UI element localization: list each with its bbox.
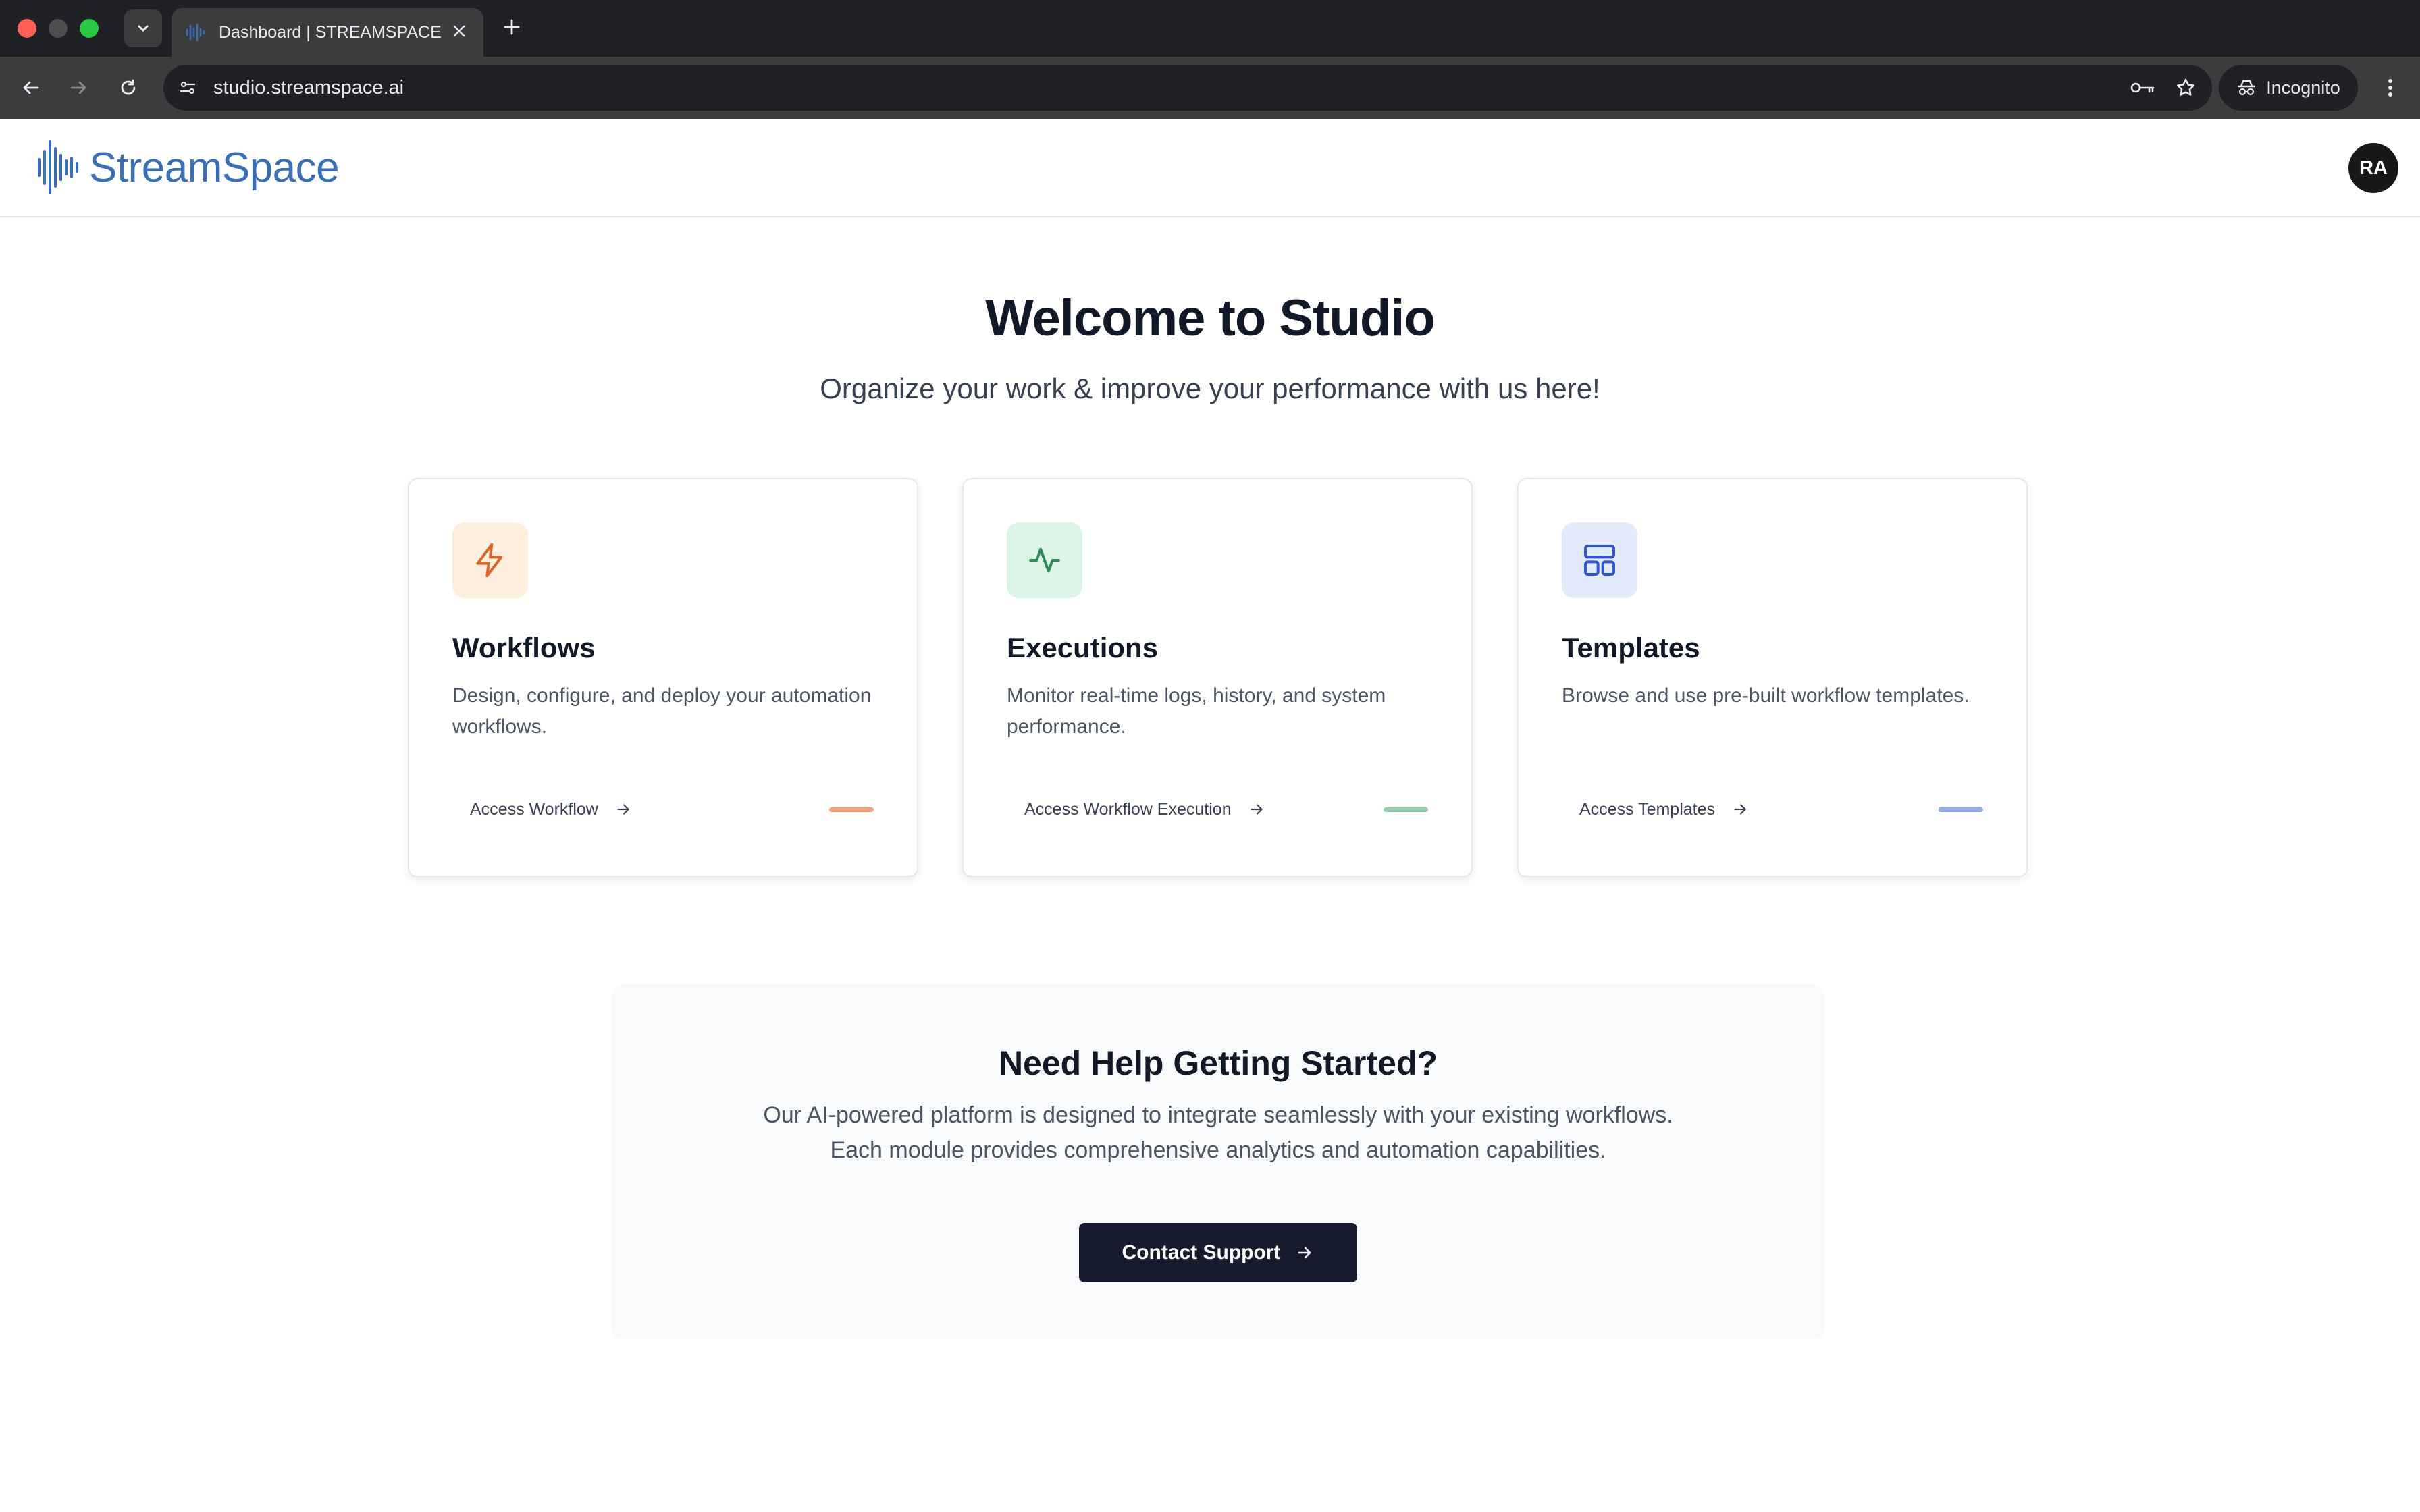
card-link-label: Access Workflow Execution [1024, 799, 1232, 819]
back-button[interactable] [15, 72, 47, 104]
maximize-window-button[interactable] [80, 19, 99, 38]
url-text[interactable]: studio.streamspace.ai [213, 77, 2126, 99]
help-panel: Need Help Getting Started? Our AI-powere… [612, 984, 1824, 1339]
contact-support-button[interactable]: Contact Support [1079, 1223, 1357, 1282]
card-title: Workflows [452, 632, 596, 664]
site-info-button[interactable] [172, 72, 204, 104]
card-link-label: Access Workflow [470, 799, 598, 819]
card-accent-bar [1384, 807, 1428, 812]
close-tab-button[interactable] [448, 21, 470, 44]
activity-icon [1029, 547, 1060, 573]
help-title: Need Help Getting Started? [998, 1044, 1438, 1082]
card-icon-container [1562, 522, 1637, 598]
arrow-right-icon [1250, 804, 1263, 815]
arrow-right-icon [617, 804, 629, 815]
layout-icon [1584, 545, 1615, 576]
card-accent-bar [1939, 807, 1983, 812]
reload-button[interactable] [112, 72, 144, 104]
close-icon [453, 25, 465, 37]
brand-name: StreamSpace [89, 144, 340, 191]
arrow-right-icon [1734, 804, 1746, 815]
soundwave-logo-icon [38, 140, 78, 194]
lightning-icon [476, 543, 503, 578]
browser-tab-bar: Dashboard | STREAMSPACE [0, 0, 2420, 57]
new-tab-button[interactable] [498, 14, 525, 40]
site-info-icon [180, 81, 196, 94]
card-icon-container [452, 522, 528, 598]
tab-title: Dashboard | STREAMSPACE [219, 22, 442, 42]
app-header: StreamSpace RA [0, 119, 2420, 217]
back-icon [23, 81, 39, 94]
password-key-icon [2130, 82, 2155, 93]
close-window-button[interactable] [18, 19, 36, 38]
plus-icon [504, 19, 520, 35]
forward-icon [70, 81, 86, 94]
access-templates-link[interactable]: Access Templates [1562, 787, 1766, 832]
tab-search-button[interactable] [124, 9, 162, 47]
user-avatar[interactable]: RA [2348, 143, 2398, 193]
browser-menu-button[interactable] [2374, 72, 2406, 104]
arrow-right-icon [1298, 1247, 1311, 1259]
access-workflow-execution-link[interactable]: Access Workflow Execution [1007, 787, 1283, 832]
brand-logo[interactable]: StreamSpace [36, 139, 340, 196]
contact-support-label: Contact Support [1122, 1241, 1281, 1264]
card-icon-container [1007, 522, 1082, 598]
card-title: Templates [1562, 632, 1700, 664]
incognito-label: Incognito [2266, 77, 2340, 98]
kebab-menu-icon [2388, 79, 2392, 97]
forward-button[interactable] [62, 72, 95, 104]
incognito-icon [2238, 80, 2256, 96]
card-templates: Templates Browse and use pre-built workf… [1517, 478, 2028, 878]
access-workflow-link[interactable]: Access Workflow [452, 787, 650, 832]
minimize-window-button[interactable] [49, 19, 68, 38]
card-accent-bar [829, 807, 874, 812]
card-link-label: Access Templates [1579, 799, 1716, 819]
help-description: Our AI-powered platform is designed to i… [763, 1102, 1673, 1163]
page-title: Welcome to Studio [985, 290, 1436, 347]
password-manager-button[interactable] [2126, 71, 2159, 105]
address-bar[interactable]: studio.streamspace.ai [163, 65, 2212, 111]
chevron-down-icon [138, 25, 149, 32]
card-description: Monitor real-time logs, history, and sys… [1007, 684, 1386, 738]
browser-tab-active[interactable]: Dashboard | STREAMSPACE [172, 8, 483, 57]
incognito-badge[interactable]: Incognito [2219, 65, 2358, 111]
card-workflows: Workflows Design, configure, and deploy … [408, 478, 918, 878]
bookmark-button[interactable] [2169, 71, 2203, 105]
page-subtitle: Organize your work & improve your perfor… [820, 373, 1600, 404]
reload-icon [121, 79, 136, 95]
card-description: Browse and use pre-built workflow templa… [1562, 684, 1970, 707]
card-title: Executions [1007, 632, 1159, 664]
streamspace-favicon-icon [186, 23, 205, 42]
card-executions: Executions Monitor real-time logs, histo… [962, 478, 1473, 878]
star-icon [2177, 78, 2194, 96]
card-description: Design, configure, and deploy your autom… [452, 684, 872, 738]
